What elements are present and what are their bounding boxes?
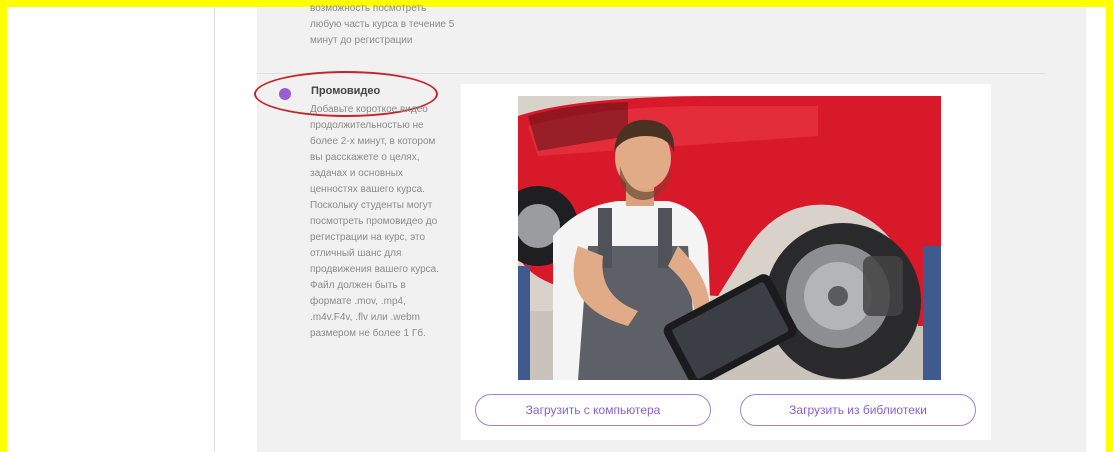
previous-item-description: возможность посмотреть любую часть курса… bbox=[310, 3, 455, 46]
right-margin bbox=[1086, 7, 1106, 452]
course-media-section: возможность посмотреть любую часть курса… bbox=[254, 3, 1045, 452]
left-margin bbox=[7, 7, 34, 452]
upload-from-computer-button[interactable]: Загрузить с компьютера bbox=[475, 394, 711, 426]
left-navigation-panel bbox=[34, 7, 215, 452]
section-divider bbox=[257, 73, 1045, 74]
promo-upload-panel: Загрузить с компьютера Загрузить из библ… bbox=[461, 84, 991, 440]
promo-status-dot bbox=[279, 88, 291, 100]
mechanic-illustration bbox=[518, 96, 941, 380]
content-gutter bbox=[215, 7, 257, 452]
upload-from-library-button[interactable]: Загрузить из библиотеки bbox=[740, 394, 976, 426]
promo-video-title: Промовидео bbox=[311, 85, 381, 97]
promo-video-preview-image[interactable] bbox=[518, 96, 941, 380]
promo-video-description: Добавьте короткое видео продолжительност… bbox=[310, 104, 439, 339]
screenshot-frame: возможность посмотреть любую часть курса… bbox=[7, 3, 1106, 452]
